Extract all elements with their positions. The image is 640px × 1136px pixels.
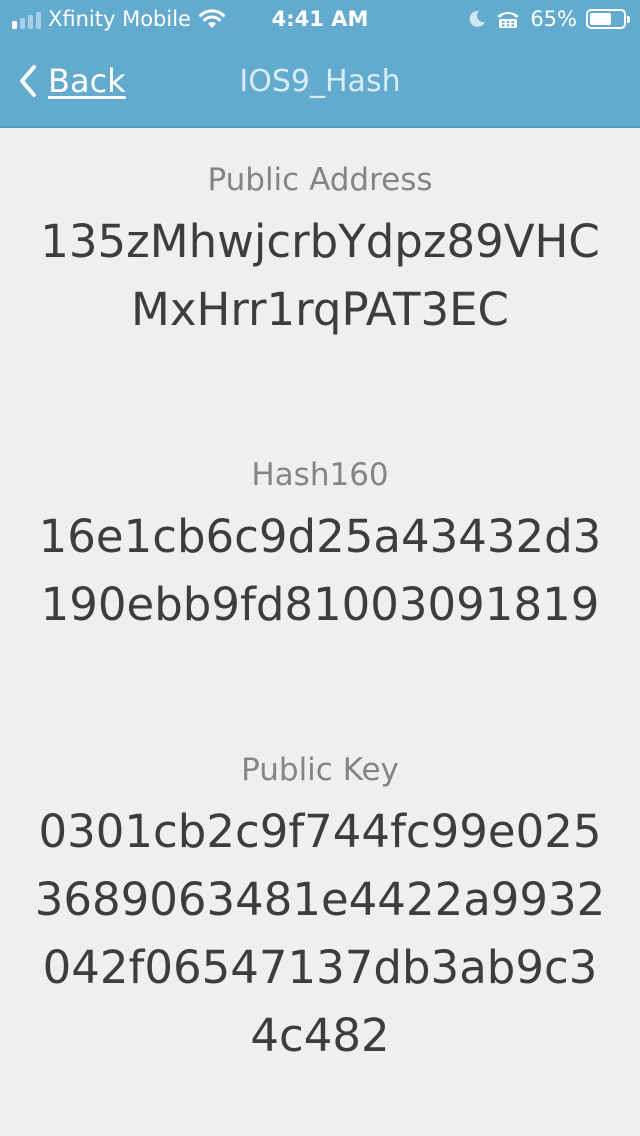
public-key-value[interactable]: 0301cb2c9f744fc99e0253689063481e4422a993…	[30, 798, 610, 1070]
public-key-section: Public Key 0301cb2c9f744fc99e02536890634…	[0, 750, 640, 1070]
public-address-value[interactable]: 135zMhwjcrbYdpz89VHCMxHrr1rqPAT3EC	[30, 208, 610, 344]
hash160-label: Hash160	[251, 457, 389, 493]
hash160-section: Hash160 16e1cb6c9d25a43432d3190ebb9fd810…	[0, 455, 640, 639]
tty-icon	[497, 12, 520, 28]
page-title: IOS9_Hash	[239, 64, 401, 99]
public-address-section: Public Address 135zMhwjcrbYdpz89VHCMxHrr…	[0, 160, 640, 344]
battery-icon	[586, 9, 630, 29]
public-key-label: Public Key	[241, 752, 399, 788]
status-right: 65%	[468, 7, 630, 31]
battery-level	[590, 13, 611, 25]
battery-percent: 65%	[530, 7, 577, 31]
navigation-bar: Back IOS9_Hash	[0, 40, 640, 128]
hash160-value[interactable]: 16e1cb6c9d25a43432d3190ebb9fd81003091819	[30, 503, 610, 639]
public-address-label: Public Address	[207, 162, 433, 198]
app-header: Xfinity Mobile 4:41 AM 65% Back IOS9_Has…	[0, 0, 640, 128]
status-bar: Xfinity Mobile 4:41 AM 65%	[0, 0, 640, 40]
moon-icon	[469, 10, 486, 27]
